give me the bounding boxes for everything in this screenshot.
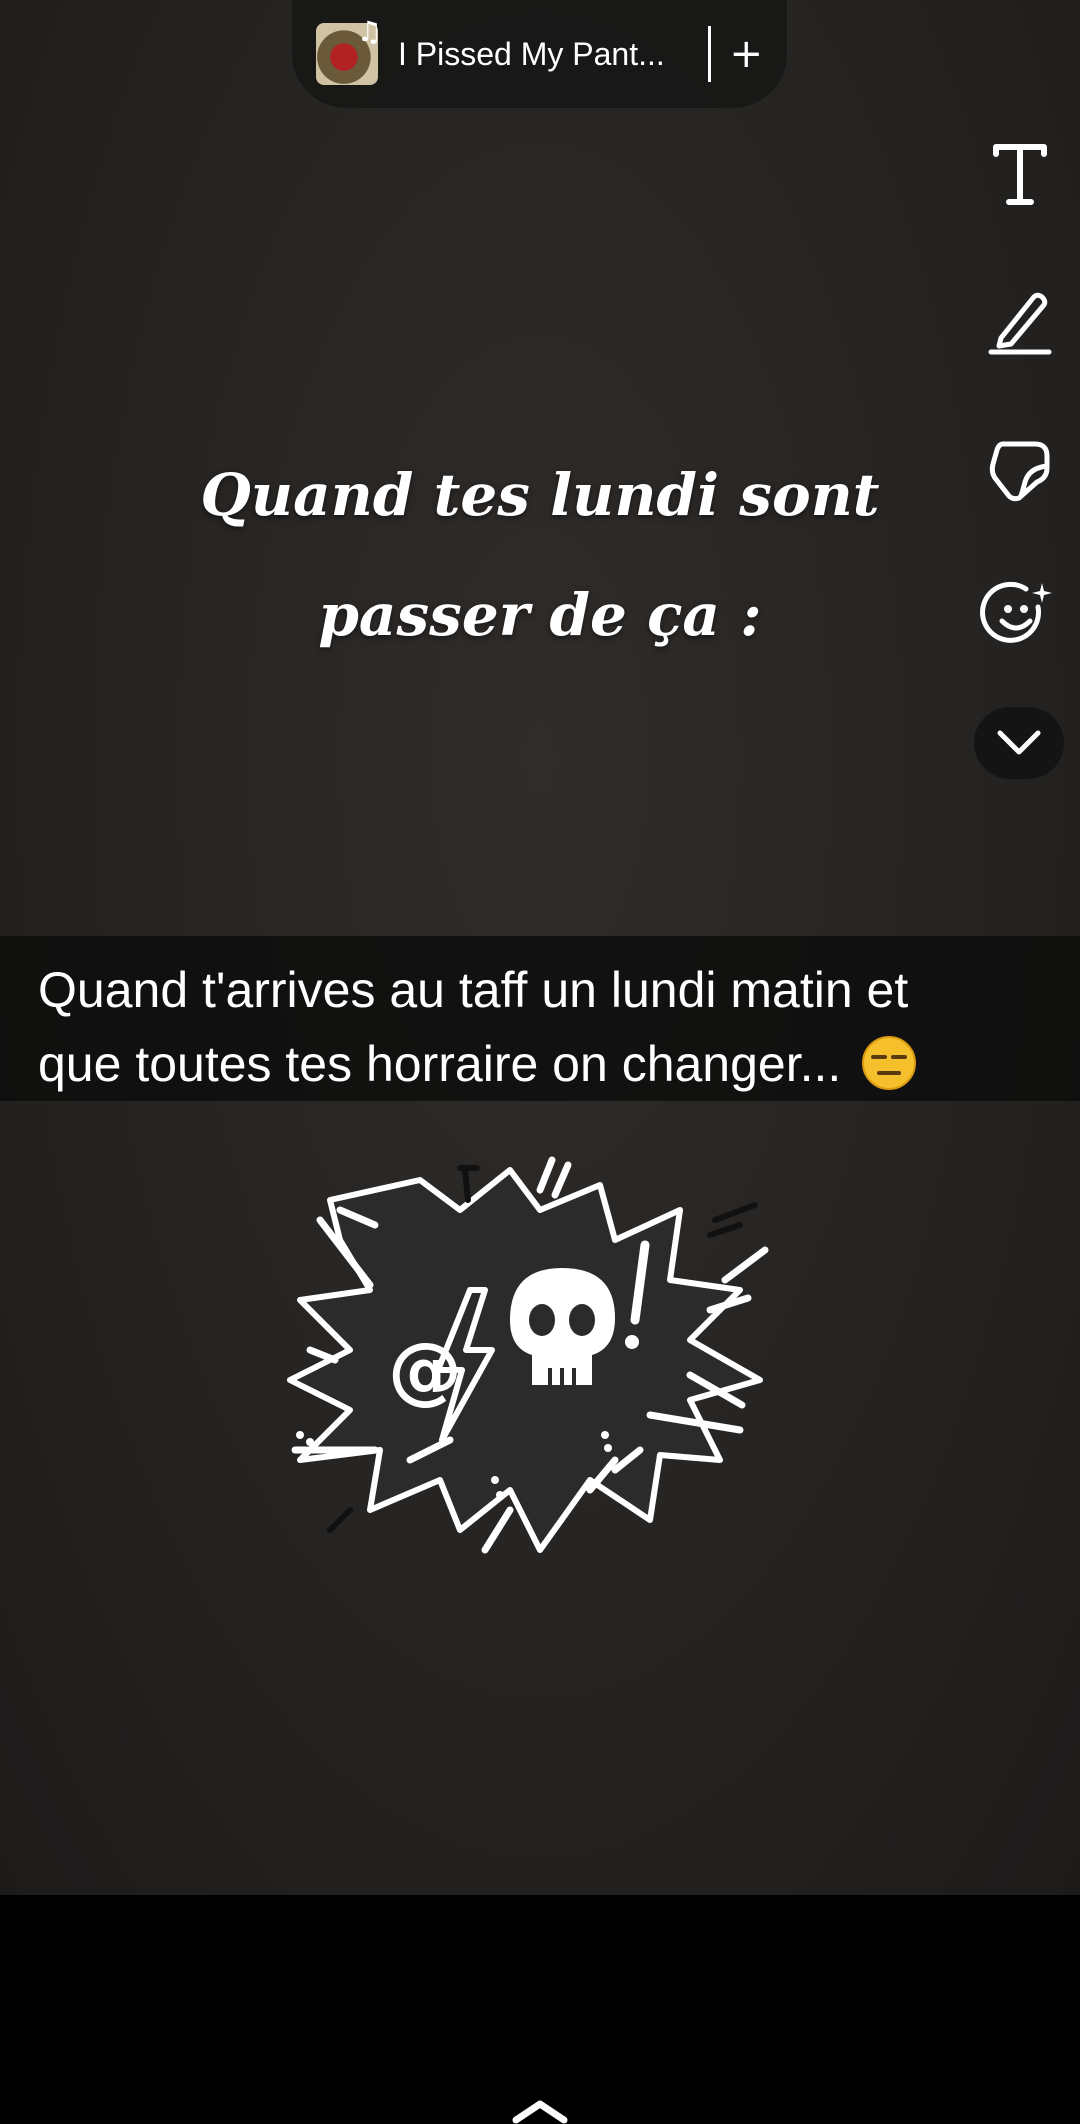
- snap-editor-screen: ♫ I Pissed My Pant... + Quand tes lundi …: [0, 0, 1080, 2124]
- album-art-thumbnail: ♫: [316, 15, 382, 85]
- caption-text: Quand t'arrives au taff un lundi matin e…: [38, 953, 1080, 1101]
- draw-tool-button[interactable]: [960, 276, 1080, 366]
- music-note-icon: ♫: [356, 15, 382, 48]
- expressionless-face-icon: [862, 1035, 917, 1090]
- pill-divider: [708, 26, 712, 82]
- bottom-bar: [0, 1895, 1080, 2124]
- headline-line-2: passer de ça :: [318, 581, 762, 649]
- chevron-down-icon: [997, 730, 1041, 755]
- song-title: I Pissed My Pant...: [398, 35, 665, 72]
- text-tool-button[interactable]: [960, 130, 1080, 220]
- headline-line-1: Quand tes lundi sont: [200, 461, 880, 529]
- angry-burst-skull-sticker[interactable]: @: [270, 1150, 770, 1570]
- caption-bar[interactable]: Quand t'arrives au taff un lundi matin e…: [0, 936, 1080, 1101]
- add-icon[interactable]: +: [729, 34, 763, 74]
- chevron-up-icon[interactable]: [510, 2098, 570, 2124]
- caption-line-1: Quand t'arrives au taff un lundi matin e…: [38, 962, 909, 1018]
- music-sticker-pill[interactable]: ♫ I Pissed My Pant... +: [292, 0, 787, 108]
- caption-line-2-wrap: que toutes tes horraire on changer...: [38, 1027, 1080, 1101]
- headline-text[interactable]: Quand tes lundi sont passer de ça :: [60, 435, 1020, 675]
- collapse-toolbar-button[interactable]: [974, 707, 1064, 779]
- caption-line-2: que toutes tes horraire on changer...: [38, 1036, 842, 1092]
- text-t-icon: [993, 144, 1047, 205]
- pencil-icon: [988, 292, 1052, 355]
